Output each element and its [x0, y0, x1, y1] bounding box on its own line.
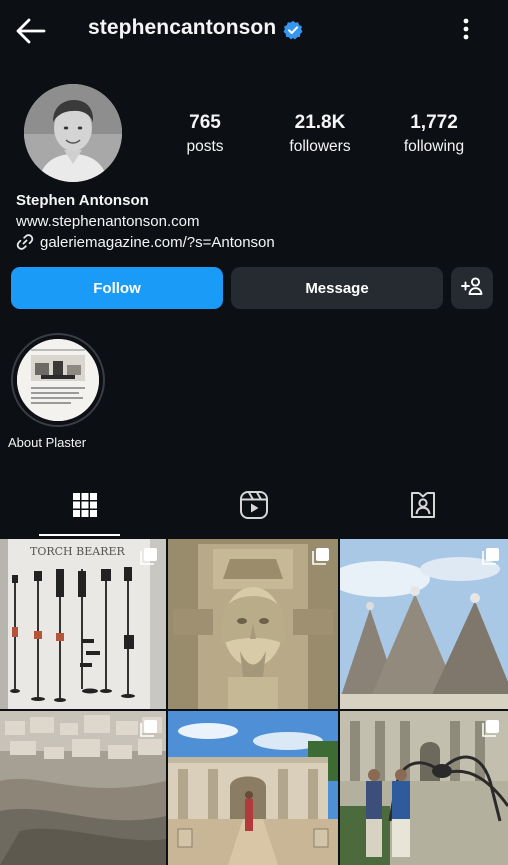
profile-username: stephencantonson [88, 16, 277, 39]
tab-tagged[interactable] [338, 478, 507, 536]
profile-avatar[interactable] [24, 84, 122, 182]
post-spider-sculpture[interactable] [340, 711, 508, 865]
following-value: 1,772 [410, 112, 458, 133]
posts-count: 765 posts [172, 112, 238, 156]
followers-label: followers [289, 138, 351, 155]
highlight-cover [17, 339, 99, 421]
following-count[interactable]: 1,772 following [398, 112, 470, 156]
active-tab-indicator [39, 534, 120, 536]
post-caption-text: TORCH BEARER [30, 545, 126, 558]
followers-value: 21.8K [294, 112, 346, 133]
add-person-icon [460, 274, 484, 302]
profile-website: www.stephenantonson.com [16, 213, 200, 230]
multiple-photos-icon [312, 547, 330, 565]
more-vertical-icon[interactable] [454, 14, 478, 44]
message-button[interactable]: Message [231, 267, 443, 309]
add-person-button[interactable] [451, 267, 493, 309]
tab-reels[interactable] [169, 478, 338, 536]
multiple-photos-icon [482, 547, 500, 565]
post-grid: TORCH BEARER [0, 539, 508, 865]
follow-button[interactable]: Follow [11, 267, 223, 309]
posts-value: 765 [189, 112, 221, 133]
multiple-photos-icon [140, 547, 158, 565]
followers-count[interactable]: 21.8K followers [278, 112, 362, 156]
post-courtyard-villa[interactable] [168, 711, 338, 865]
post-hillside-town[interactable] [0, 711, 166, 865]
post-trulli-rooftops[interactable] [340, 539, 508, 709]
arrow-left-icon[interactable] [14, 14, 48, 48]
multiple-photos-icon [482, 719, 500, 737]
post-stone-relief[interactable] [168, 539, 338, 709]
profile-tabs [0, 478, 508, 536]
top-bar: stephencantonson [0, 0, 508, 60]
grid-icon [71, 491, 99, 524]
story-highlight[interactable] [11, 333, 107, 427]
profile-display-name: Stephen Antonson [16, 192, 149, 209]
multiple-photos-icon [140, 719, 158, 737]
tab-posts-grid[interactable] [0, 478, 169, 536]
post-torch-bearer[interactable]: TORCH BEARER [0, 539, 166, 709]
tagged-person-icon [408, 490, 438, 525]
highlight-label: About Plaster [8, 435, 87, 450]
link-icon [16, 233, 34, 251]
following-label: following [403, 138, 465, 155]
verified-badge-icon [283, 20, 303, 40]
posts-label: posts [186, 138, 224, 155]
profile-link[interactable]: galeriemagazine.com/?s=Antonson [16, 233, 275, 251]
highlight-ring [11, 333, 105, 427]
reels-icon [239, 490, 269, 525]
profile-link-text: galeriemagazine.com/?s=Antonson [40, 233, 275, 251]
